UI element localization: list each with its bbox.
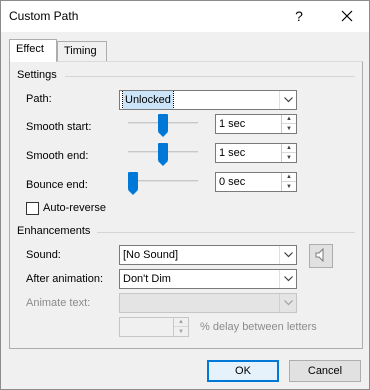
smooth-start-spinner[interactable]: 1 sec ▲ ▼ — [215, 114, 297, 134]
smooth-end-label: Smooth end: — [26, 150, 89, 162]
spin-down-icon[interactable]: ▼ — [282, 153, 296, 162]
animate-text-label: Animate text: — [26, 297, 91, 309]
spin-down-icon[interactable]: ▼ — [282, 182, 296, 191]
enhancements-group-label: Enhancements — [17, 225, 91, 237]
smooth-start-label: Smooth start: — [26, 121, 92, 133]
chevron-down-icon[interactable] — [279, 91, 296, 109]
chevron-down-icon[interactable] — [279, 270, 296, 288]
bounce-end-label: Bounce end: — [26, 179, 88, 191]
dialog-title: Custom Path — [9, 9, 79, 23]
smooth-start-slider[interactable] — [128, 113, 198, 137]
bounce-end-spinner[interactable]: 0 sec ▲ ▼ — [215, 172, 297, 192]
slider-thumb[interactable] — [128, 172, 138, 195]
custom-path-dialog: Custom Path ? Effect Timing Settings Pat… — [0, 0, 370, 390]
close-icon[interactable] — [336, 5, 358, 27]
tab-effect-label: Effect — [16, 43, 44, 55]
title-bar: Custom Path ? — [1, 1, 369, 32]
bounce-end-slider[interactable] — [128, 171, 198, 195]
smooth-end-spinner[interactable]: 1 sec ▲ ▼ — [215, 143, 297, 163]
spin-down-icon: ▼ — [178, 328, 184, 335]
speaker-icon — [315, 247, 327, 265]
tab-timing-label: Timing — [64, 45, 97, 57]
path-value: Unlocked — [122, 91, 174, 109]
smooth-end-slider[interactable] — [128, 142, 198, 166]
tab-effect[interactable]: Effect — [9, 39, 57, 62]
help-icon[interactable]: ? — [288, 5, 310, 27]
smooth-start-value: 1 sec — [219, 118, 246, 130]
bounce-end-value: 0 sec — [219, 176, 246, 188]
slider-thumb[interactable] — [158, 143, 168, 166]
delay-spinner: ▲ ▼ — [119, 317, 189, 337]
cancel-button-label: Cancel — [307, 365, 343, 377]
path-label: Path: — [26, 93, 52, 105]
settings-group-label: Settings — [17, 69, 57, 81]
auto-reverse-label[interactable]: Auto-reverse — [43, 202, 106, 214]
sound-label: Sound: — [26, 249, 61, 261]
after-animation-label: After animation: — [26, 273, 104, 285]
cancel-button[interactable]: Cancel — [289, 360, 361, 382]
enhancements-divider — [97, 232, 355, 233]
ok-button[interactable]: OK — [207, 360, 279, 382]
settings-divider — [65, 76, 355, 77]
auto-reverse-checkbox[interactable] — [26, 202, 39, 215]
smooth-end-value: 1 sec — [219, 147, 246, 159]
sound-value: [No Sound] — [123, 249, 179, 261]
sound-dropdown[interactable]: [No Sound] — [119, 245, 297, 265]
tab-timing[interactable]: Timing — [57, 41, 107, 61]
animate-text-dropdown — [119, 293, 297, 313]
sound-volume-button[interactable] — [309, 244, 333, 268]
spin-down-icon[interactable]: ▼ — [282, 124, 296, 133]
slider-track — [128, 180, 198, 182]
slider-thumb[interactable] — [158, 114, 168, 137]
delay-suffix-label: % delay between letters — [200, 321, 317, 333]
chevron-down-icon — [279, 294, 296, 312]
after-animation-value: Don't Dim — [123, 273, 171, 285]
ok-button-label: OK — [235, 365, 251, 377]
after-animation-dropdown[interactable]: Don't Dim — [119, 269, 297, 289]
path-dropdown[interactable]: Unlocked — [119, 90, 297, 110]
chevron-down-icon[interactable] — [279, 246, 296, 264]
